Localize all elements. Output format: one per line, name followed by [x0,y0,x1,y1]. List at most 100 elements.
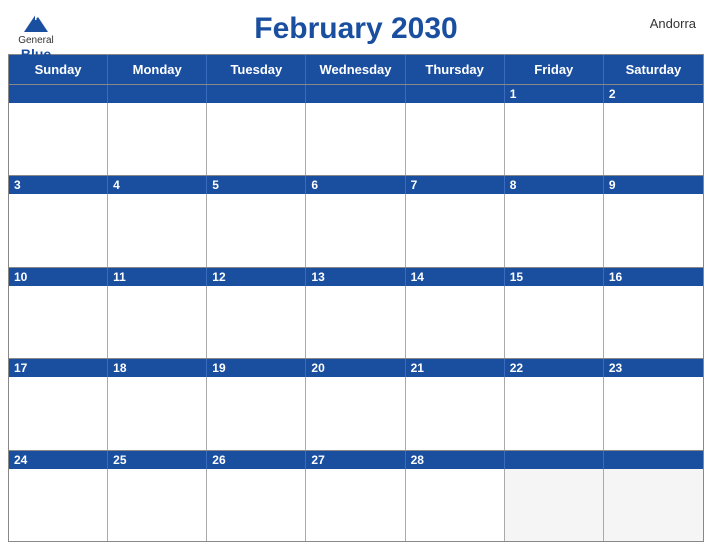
w2-mon-cell [108,194,207,266]
w4-tue-cell [207,377,306,449]
week-5: 24 25 26 27 28 x x [9,450,703,541]
w3-mon-num: 11 [108,268,207,286]
w3-fri-cell [505,286,604,358]
w4-mon-num: 18 [108,359,207,377]
header-monday: Monday [108,55,207,84]
w3-thu-cell [406,286,505,358]
week-3-numbers: 10 11 12 13 14 15 16 [9,268,703,286]
w1-wed-cell [306,103,405,175]
w2-wed-cell [306,194,405,266]
w5-tue-num: 26 [207,451,306,469]
week-2-numbers: 3 4 5 6 7 8 9 [9,176,703,194]
header-saturday: Saturday [604,55,703,84]
header-wednesday: Wednesday [306,55,405,84]
w5-sun-cell [9,469,108,541]
w4-sat-num: 23 [604,359,703,377]
logo: General Blue [16,8,56,63]
w1-sat-num: 2 [604,85,703,103]
w3-tue-cell [207,286,306,358]
week-3: 10 11 12 13 14 15 16 [9,267,703,358]
w5-wed-cell [306,469,405,541]
w4-sun-cell [9,377,108,449]
w3-tue-num: 12 [207,268,306,286]
w4-fri-num: 22 [505,359,604,377]
w3-fri-num: 15 [505,268,604,286]
w5-mon-cell [108,469,207,541]
country-label: Andorra [650,16,696,31]
w1-fri-num: 1 [505,85,604,103]
w3-sun-num: 10 [9,268,108,286]
w2-sat-num: 9 [604,176,703,194]
w3-sat-cell [604,286,703,358]
w5-fri-cell [505,469,604,541]
w3-thu-num: 14 [406,268,505,286]
w5-fri-num: x [505,451,604,469]
week-4-numbers: 17 18 19 20 21 22 23 [9,359,703,377]
w2-tue-cell [207,194,306,266]
w1-fri-cell [505,103,604,175]
header-thursday: Thursday [406,55,505,84]
w5-mon-num: 25 [108,451,207,469]
w3-wed-num: 13 [306,268,405,286]
w1-sat-cell [604,103,703,175]
w2-tue-num: 5 [207,176,306,194]
w3-sat-num: 16 [604,268,703,286]
w4-tue-num: 19 [207,359,306,377]
w2-fri-num: 8 [505,176,604,194]
w4-wed-cell [306,377,405,449]
w1-tue-num: x [207,85,306,103]
logo-text-blue: Blue [21,46,51,63]
week-2: 3 4 5 6 7 8 9 [9,175,703,266]
w1-mon-num: x [108,85,207,103]
w3-wed-cell [306,286,405,358]
header-friday: Friday [505,55,604,84]
w4-wed-num: 20 [306,359,405,377]
week-4-content [9,377,703,449]
w3-sun-cell [9,286,108,358]
w5-wed-num: 27 [306,451,405,469]
w2-thu-cell [406,194,505,266]
w2-wed-num: 6 [306,176,405,194]
week-2-content [9,194,703,266]
w5-thu-num: 28 [406,451,505,469]
w2-mon-num: 4 [108,176,207,194]
logo-text-general: General [18,36,54,46]
w2-fri-cell [505,194,604,266]
w4-fri-cell [505,377,604,449]
header-tuesday: Tuesday [207,55,306,84]
week-4: 17 18 19 20 21 22 23 [9,358,703,449]
w2-thu-num: 7 [406,176,505,194]
w1-mon-cell [108,103,207,175]
w2-sat-cell [604,194,703,266]
w4-sat-cell [604,377,703,449]
w1-wed-num: x [306,85,405,103]
logo-icon [16,8,56,36]
w5-thu-cell [406,469,505,541]
w5-tue-cell [207,469,306,541]
week-1: x x x x x 1 2 [9,84,703,175]
w4-sun-num: 17 [9,359,108,377]
week-5-numbers: 24 25 26 27 28 x x [9,451,703,469]
w4-mon-cell [108,377,207,449]
calendar-body: x x x x x 1 2 [9,84,703,541]
week-5-content [9,469,703,541]
w5-sat-num: x [604,451,703,469]
w5-sun-num: 24 [9,451,108,469]
day-headers-row: Sunday Monday Tuesday Wednesday Thursday… [9,55,703,84]
w1-tue-cell [207,103,306,175]
week-3-content [9,286,703,358]
w2-sun-num: 3 [9,176,108,194]
w4-thu-cell [406,377,505,449]
w2-sun-cell [9,194,108,266]
w5-sat-cell [604,469,703,541]
calendar-title: February 2030 [254,12,457,46]
calendar-table: Sunday Monday Tuesday Wednesday Thursday… [8,54,704,542]
w1-thu-num: x [406,85,505,103]
w4-thu-num: 21 [406,359,505,377]
week-1-content [9,103,703,175]
w3-mon-cell [108,286,207,358]
calendar-header: General Blue February 2030 Andorra [0,0,712,54]
w1-sun-cell [9,103,108,175]
w1-thu-cell [406,103,505,175]
w1-sun-num: x [9,85,108,103]
